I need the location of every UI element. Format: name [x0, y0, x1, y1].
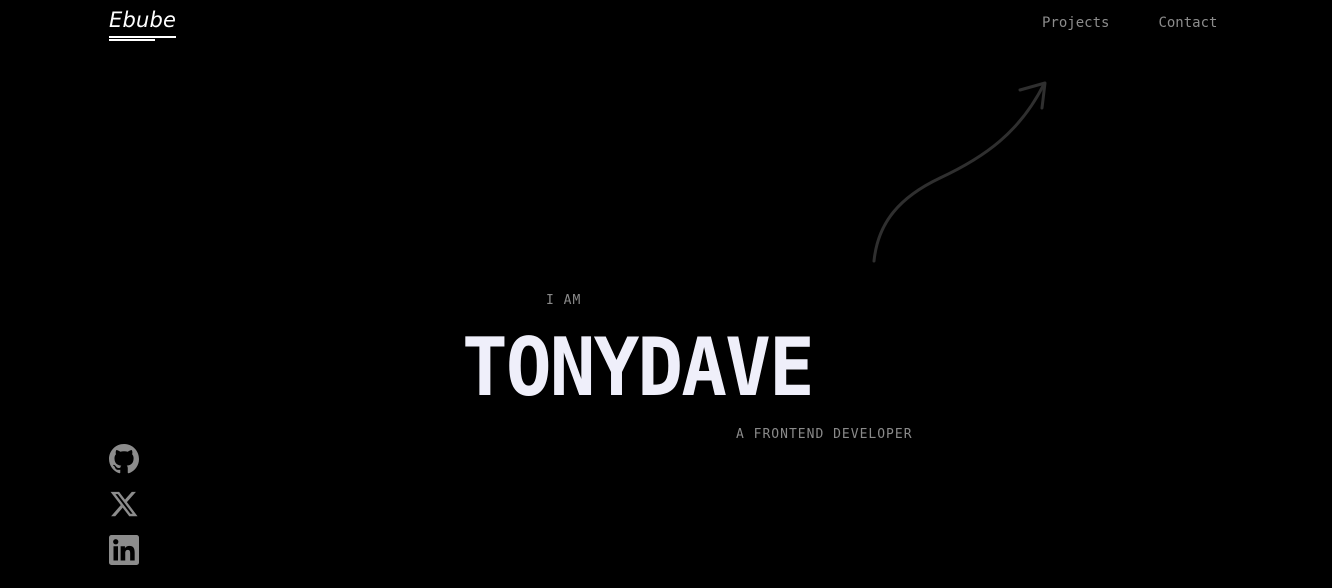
hero-eyebrow: I AM: [546, 293, 582, 308]
decorative-arrow-icon: [872, 81, 1047, 263]
hero-name: TONYDAVE: [462, 321, 815, 414]
nav-link-contact[interactable]: Contact: [1158, 14, 1217, 32]
x-twitter-icon: [110, 491, 138, 517]
main-nav: Projects Contact: [1042, 14, 1217, 32]
logo-underline: [109, 39, 155, 41]
hero-role: A FRONTEND DEVELOPER: [736, 427, 913, 442]
github-link[interactable]: [109, 444, 139, 474]
site-logo[interactable]: Ebube: [109, 6, 177, 38]
linkedin-icon: [109, 535, 139, 565]
nav-link-projects[interactable]: Projects: [1042, 14, 1109, 32]
github-icon: [109, 444, 139, 474]
linkedin-link[interactable]: [109, 535, 139, 565]
x-twitter-link[interactable]: [109, 489, 139, 519]
